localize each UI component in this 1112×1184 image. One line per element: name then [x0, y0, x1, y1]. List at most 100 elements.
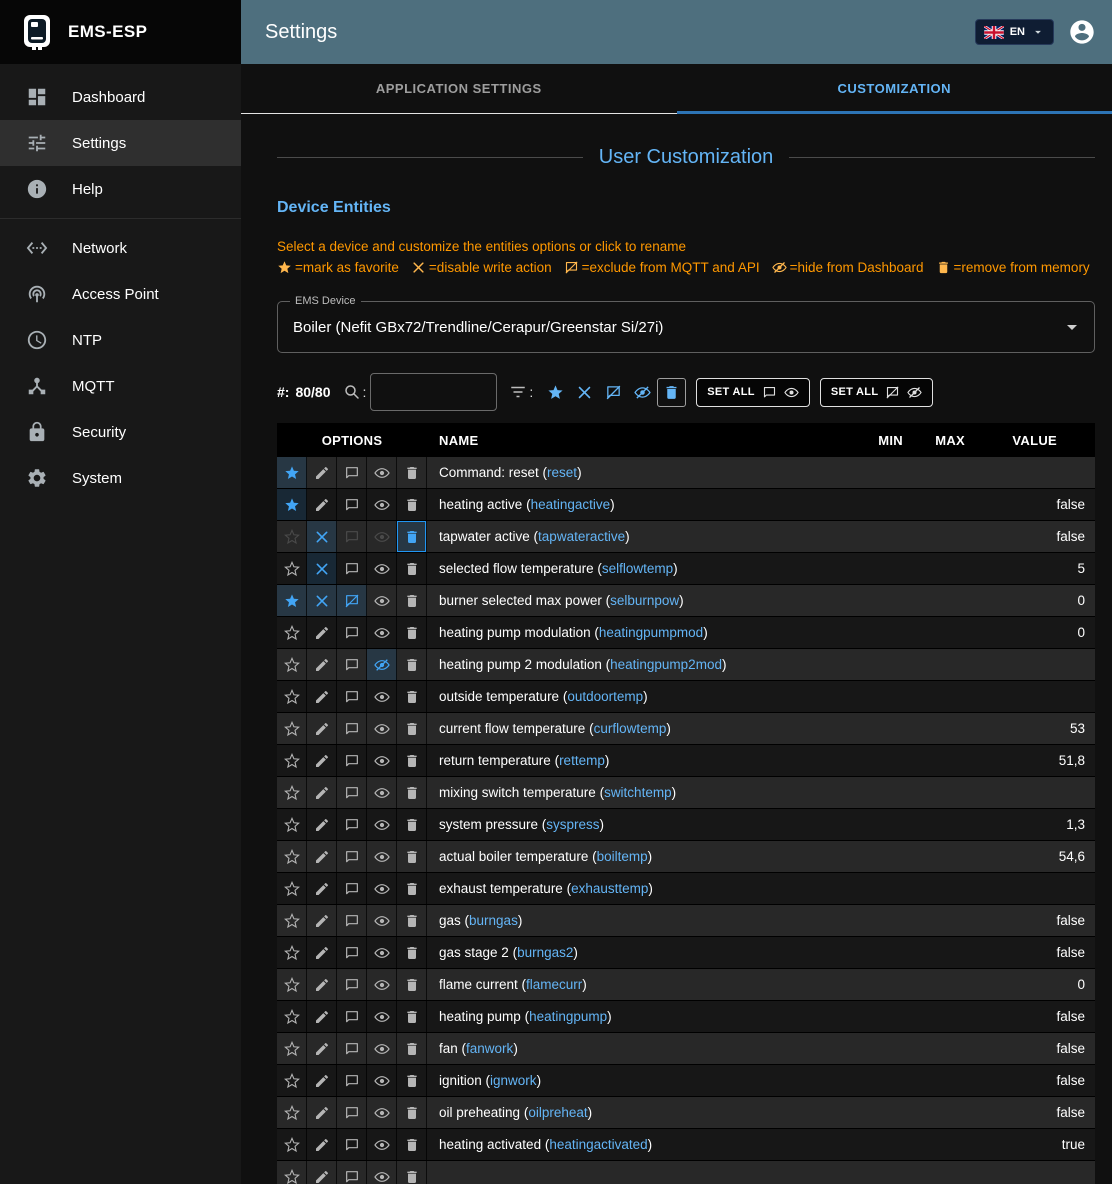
mqtt-exclude-toggle[interactable]: [337, 777, 367, 808]
remove-toggle[interactable]: [397, 1065, 427, 1096]
mqtt-exclude-toggle[interactable]: [337, 1097, 367, 1128]
favorite-toggle[interactable]: [277, 617, 307, 648]
mqtt-exclude-toggle[interactable]: [337, 1065, 367, 1096]
entity-link[interactable]: syspress: [546, 817, 599, 832]
mqtt-exclude-toggle[interactable]: [337, 1161, 367, 1184]
write-toggle[interactable]: [307, 1065, 337, 1096]
favorite-toggle[interactable]: [277, 681, 307, 712]
entity-link[interactable]: rettemp: [559, 753, 605, 768]
mqtt-exclude-toggle[interactable]: [337, 617, 367, 648]
tab-application-settings[interactable]: APPLICATION SETTINGS: [241, 64, 677, 113]
favorite-toggle[interactable]: [277, 905, 307, 936]
favorite-toggle[interactable]: [277, 1033, 307, 1064]
write-toggle[interactable]: [307, 713, 337, 744]
sidebar-item-network[interactable]: Network: [0, 225, 241, 271]
mqtt-exclude-toggle[interactable]: [337, 841, 367, 872]
remove-toggle[interactable]: [397, 649, 427, 680]
write-toggle[interactable]: [307, 809, 337, 840]
remove-toggle[interactable]: [397, 457, 427, 488]
mqtt-exclude-toggle[interactable]: [337, 553, 367, 584]
write-toggle[interactable]: [307, 521, 337, 552]
mqtt-exclude-toggle[interactable]: [337, 873, 367, 904]
sidebar-item-settings[interactable]: Settings: [0, 120, 241, 166]
entity-link[interactable]: boiltemp: [597, 849, 648, 864]
remove-toggle[interactable]: [397, 521, 427, 552]
favorite-toggle[interactable]: [277, 841, 307, 872]
favorite-toggle[interactable]: [277, 1065, 307, 1096]
entity-link[interactable]: heatingactive: [531, 497, 611, 512]
hide-toggle[interactable]: [367, 649, 397, 680]
set-all-visible-button[interactable]: SET ALL: [696, 378, 810, 407]
hide-toggle[interactable]: [367, 681, 397, 712]
mqtt-exclude-toggle[interactable]: [337, 809, 367, 840]
mqtt-exclude-toggle[interactable]: [337, 681, 367, 712]
entity-link[interactable]: heatingpump: [529, 1009, 607, 1024]
favorite-toggle[interactable]: [277, 873, 307, 904]
set-all-hidden-button[interactable]: SET ALL: [820, 378, 934, 407]
favorite-toggle[interactable]: [277, 777, 307, 808]
mqtt-exclude-toggle[interactable]: [337, 649, 367, 680]
entity-link[interactable]: outdoortemp: [567, 689, 643, 704]
entity-link[interactable]: flamecurr: [526, 977, 582, 992]
hide-toggle[interactable]: [367, 1001, 397, 1032]
remove-toggle[interactable]: [397, 1161, 427, 1184]
write-toggle[interactable]: [307, 873, 337, 904]
write-toggle[interactable]: [307, 585, 337, 616]
filter-hidden-button[interactable]: [628, 378, 657, 407]
hide-toggle[interactable]: [367, 521, 397, 552]
remove-toggle[interactable]: [397, 841, 427, 872]
write-toggle[interactable]: [307, 937, 337, 968]
write-toggle[interactable]: [307, 1161, 337, 1184]
hide-toggle[interactable]: [367, 777, 397, 808]
entity-link[interactable]: burngas2: [517, 945, 573, 960]
entity-link[interactable]: selburnpow: [610, 593, 679, 608]
mqtt-exclude-toggle[interactable]: [337, 521, 367, 552]
sidebar-item-system[interactable]: System: [0, 455, 241, 501]
entity-link[interactable]: reset: [547, 465, 577, 480]
hide-toggle[interactable]: [367, 713, 397, 744]
entity-link[interactable]: burngas: [469, 913, 518, 928]
entity-link[interactable]: heatingactivated: [549, 1137, 647, 1152]
entity-link[interactable]: ignwork: [490, 1073, 537, 1088]
mqtt-exclude-toggle[interactable]: [337, 1033, 367, 1064]
tab-customization[interactable]: CUSTOMIZATION: [677, 64, 1112, 113]
entity-link[interactable]: selflowtemp: [602, 561, 673, 576]
remove-toggle[interactable]: [397, 489, 427, 520]
remove-toggle[interactable]: [397, 1097, 427, 1128]
entity-link[interactable]: fanwork: [466, 1041, 513, 1056]
write-toggle[interactable]: [307, 969, 337, 1000]
write-toggle[interactable]: [307, 777, 337, 808]
write-toggle[interactable]: [307, 1001, 337, 1032]
mqtt-exclude-toggle[interactable]: [337, 457, 367, 488]
remove-toggle[interactable]: [397, 809, 427, 840]
write-toggle[interactable]: [307, 489, 337, 520]
filter-mqtt-button[interactable]: [599, 378, 628, 407]
sidebar-item-mqtt[interactable]: MQTT: [0, 363, 241, 409]
hide-toggle[interactable]: [367, 969, 397, 1000]
favorite-toggle[interactable]: [277, 649, 307, 680]
remove-toggle[interactable]: [397, 1001, 427, 1032]
write-toggle[interactable]: [307, 553, 337, 584]
remove-toggle[interactable]: [397, 777, 427, 808]
language-selector[interactable]: EN: [975, 19, 1054, 45]
filter-removed-button[interactable]: [657, 378, 686, 407]
write-toggle[interactable]: [307, 649, 337, 680]
hide-toggle[interactable]: [367, 585, 397, 616]
sidebar-item-security[interactable]: Security: [0, 409, 241, 455]
hide-toggle[interactable]: [367, 457, 397, 488]
remove-toggle[interactable]: [397, 905, 427, 936]
favorite-toggle[interactable]: [277, 937, 307, 968]
favorite-toggle[interactable]: [277, 809, 307, 840]
entity-link[interactable]: switchtemp: [604, 785, 672, 800]
favorite-toggle[interactable]: [277, 521, 307, 552]
favorite-toggle[interactable]: [277, 713, 307, 744]
remove-toggle[interactable]: [397, 969, 427, 1000]
mqtt-exclude-toggle[interactable]: [337, 585, 367, 616]
hide-toggle[interactable]: [367, 617, 397, 648]
entity-link[interactable]: exhausttemp: [571, 881, 648, 896]
remove-toggle[interactable]: [397, 681, 427, 712]
remove-toggle[interactable]: [397, 553, 427, 584]
hide-toggle[interactable]: [367, 905, 397, 936]
write-toggle[interactable]: [307, 681, 337, 712]
entity-link[interactable]: tapwateractive: [538, 529, 625, 544]
